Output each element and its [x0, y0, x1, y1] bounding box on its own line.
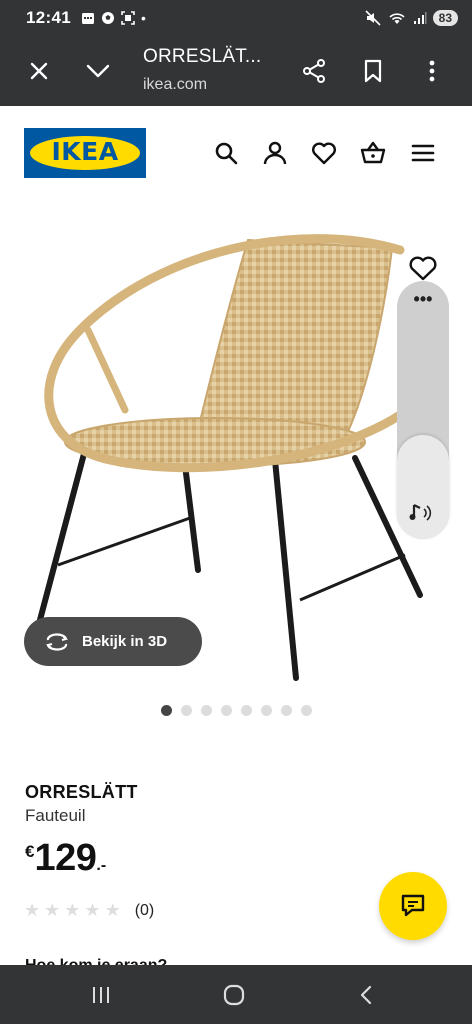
- bookmark-icon: [364, 59, 382, 83]
- home-icon: [223, 984, 245, 1006]
- football-icon: [101, 12, 114, 24]
- page-title: ORRESLÄT...: [143, 46, 262, 67]
- carousel-dots: [161, 705, 312, 716]
- home-button[interactable]: [218, 979, 250, 1011]
- chevron-down-icon: [86, 64, 110, 78]
- carousel-dot[interactable]: [241, 705, 252, 716]
- shopping-bag-icon[interactable]: [360, 140, 386, 166]
- product-type: Fauteuil: [25, 806, 86, 825]
- panel-slider-thumb[interactable]: [397, 435, 449, 539]
- chat-icon: [401, 894, 425, 917]
- star-icon: ★: [64, 900, 81, 920]
- carousel-dot[interactable]: [261, 705, 272, 716]
- logo-wordmark: IKEA: [51, 137, 119, 166]
- back-icon: [360, 985, 372, 1005]
- bookmark-button[interactable]: [357, 55, 389, 87]
- hamburger-menu-icon[interactable]: [410, 140, 436, 166]
- ikea-logo[interactable]: IKEA: [24, 128, 146, 178]
- product-rating[interactable]: ★ ★ ★ ★ ★ (0): [24, 900, 154, 921]
- search-icon[interactable]: [213, 140, 239, 166]
- more-horizontal-icon[interactable]: •••: [397, 290, 449, 308]
- star-icon: ★: [44, 900, 61, 920]
- share-icon: [303, 59, 325, 83]
- minimize-button[interactable]: [82, 55, 114, 87]
- notification-icons: •: [81, 10, 146, 26]
- product-price: € 129 .-: [25, 838, 106, 878]
- view-in-3d-button[interactable]: Bekijk in 3D: [24, 617, 202, 666]
- price-currency: €: [25, 842, 35, 861]
- media-side-panel[interactable]: •••: [397, 281, 449, 539]
- close-icon: [30, 62, 48, 80]
- add-to-wishlist-icon[interactable]: [408, 254, 438, 282]
- recent-apps-icon: [93, 987, 109, 1003]
- star-icon: ★: [24, 900, 41, 920]
- more-vertical-icon: [429, 60, 435, 82]
- close-tab-button[interactable]: [23, 55, 55, 87]
- back-button[interactable]: [350, 979, 382, 1011]
- view-in-3d-label: Bekijk in 3D: [82, 633, 168, 650]
- status-time: 12:41: [26, 8, 71, 27]
- price-decimal: .-: [96, 857, 107, 874]
- more-notifications-dot: •: [140, 10, 146, 26]
- overflow-menu-button[interactable]: [416, 55, 448, 87]
- system-icons: 83: [365, 10, 458, 26]
- delivery-section-heading: Hoe kom je eraan?: [25, 955, 167, 965]
- star-icon: ★: [104, 900, 121, 920]
- user-icon[interactable]: [262, 140, 288, 166]
- carousel-dot[interactable]: [301, 705, 312, 716]
- page-url: ikea.com: [143, 76, 208, 93]
- mute-icon: [365, 10, 381, 26]
- rotate-3d-icon: [46, 632, 68, 651]
- battery-indicator: 83: [432, 10, 458, 26]
- recent-apps-button[interactable]: [85, 979, 117, 1011]
- heart-icon[interactable]: [311, 140, 337, 166]
- star-icon: ★: [84, 900, 101, 920]
- carousel-dot[interactable]: [281, 705, 292, 716]
- price-integer: 129: [34, 837, 97, 879]
- wifi-icon: [389, 13, 405, 24]
- status-bar: 12:41 • 83: [0, 0, 472, 36]
- sound-icon: [409, 504, 432, 521]
- product-name: ORRESLÄTT: [25, 782, 138, 802]
- share-button[interactable]: [298, 55, 330, 87]
- carousel-dot[interactable]: [221, 705, 232, 716]
- system-navigation-bar: [0, 965, 472, 1024]
- screenshot-icon: [121, 11, 135, 25]
- carousel-dot[interactable]: [161, 705, 172, 716]
- carousel-dot[interactable]: [181, 705, 192, 716]
- signal-icon: [413, 12, 427, 24]
- calendar-icon: [81, 13, 94, 24]
- chat-button[interactable]: [379, 872, 447, 940]
- browser-toolbar: ORRESLÄT... ikea.com: [0, 36, 472, 106]
- carousel-dot[interactable]: [201, 705, 212, 716]
- review-count: (0): [134, 901, 155, 919]
